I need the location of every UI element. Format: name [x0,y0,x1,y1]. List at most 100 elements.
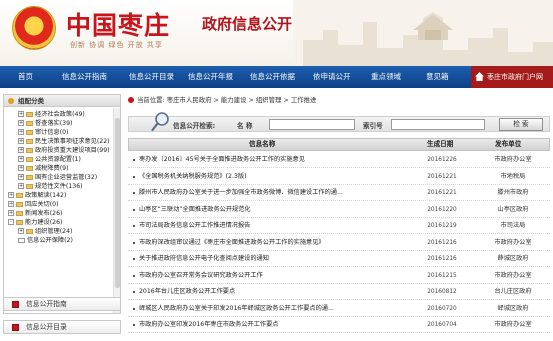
row-date: 20161221 [427,173,457,180]
row-title-link[interactable]: 市司法局政务信息公开工作推进情况报告 [139,218,403,234]
tree-item[interactable]: + 规范性文件(136) [18,182,83,191]
row-title-link[interactable]: 峄城区人民政府办公室关于印发2016年峄城区政务公开工作要点的通... [139,301,403,317]
row-title-link[interactable]: 滕州市人民政府办公室关于进一步加强全市政务微博、微信建设工作的通... [139,185,403,201]
tree-item[interactable]: + 国有企业运营监管(32) [18,173,97,182]
tree-item[interactable]: + 回应关切(0) [8,200,59,209]
row-org: 市政府办公室 [494,321,532,328]
table-row[interactable]: 《全国税务机关纳税服务规范》(2.3版) 20161221 市地税局 [128,169,550,185]
table-row[interactable]: 关于推进政府信息公开电子化查阅点建设的通知 20161216 薛城区政府 [128,251,550,267]
tree-item-label[interactable]: 信息公开保障(2) [27,237,73,244]
expand-icon[interactable]: + [18,138,24,144]
tree-item-label[interactable]: 督查落实(39) [35,120,72,127]
expand-icon[interactable]: + [18,156,24,162]
tree-item[interactable]: + 民生决策事项征求意见(22) [18,137,110,146]
tree-item[interactable]: + 组织管理(24) [18,227,72,236]
table-row[interactable]: 滕州市人民政府办公室关于进一步加强全市政务微博、微信建设工作的通... 20161… [128,185,550,201]
collapse-icon[interactable]: - [8,219,14,225]
tree-item-label[interactable]: 国有企业运营监管(32) [35,174,97,181]
tree-item[interactable]: + 减税降费(9) [18,164,69,173]
expand-icon[interactable]: + [18,165,24,171]
row-title-link[interactable]: 市政府办公室印发2016年枣庄市政务公开工作要点 [139,317,403,333]
tree-item[interactable]: + 经济社会政策(49) [18,110,85,119]
nav-basis[interactable]: 信息公开依据 [250,66,295,88]
catalog-button[interactable]: 信息公开目录 [3,320,121,334]
table-row[interactable]: 市政府深改组审议通过《枣庄市全面推进政务公开工作的实施意见》 20161216 市政… [128,235,550,251]
tree-item[interactable]: + 新闻发布(26) [8,209,62,218]
expand-icon[interactable]: + [18,183,24,189]
tree-item[interactable]: + 政府投资重大建设项目(99) [18,146,110,155]
index-input[interactable] [391,119,485,130]
search-button[interactable]: 检 索 [499,118,543,131]
row-title-link[interactable]: 市政府办公室召开常务会议研究政务公开工作 [139,268,403,284]
tree-item-label[interactable]: 经济社会政策(49) [35,111,85,118]
site-slogan: 创新 协调 绿色 开放 共享 [70,41,163,49]
table-row[interactable]: 市司法局政务信息公开工作推进情况报告 20161219 市司法局 [128,218,550,234]
guide-button-label: 信息公开指南 [26,300,67,308]
nav-catalog[interactable]: 信息公开目录 [129,66,174,88]
tree-item[interactable]: + 审计信息(0) [18,128,69,137]
tree-item-label[interactable]: 组织管理(24) [35,228,72,235]
row-date: 20160812 [427,289,457,295]
bullet-icon [133,225,135,227]
row-title-link[interactable]: 关于推进政府信息公开电子化查阅点建设的通知 [139,251,403,267]
catalog-button-label: 信息公开目录 [26,323,67,331]
breadcrumb-text[interactable]: 当前位置: 枣庄市人民政府 > 能力建设 > 组织管理 > 工作推进 [137,96,316,104]
table-row[interactable]: 枣办发〔2016〕45号关于全面推进政务公开工作的实施意见 20161226 市政府… [128,152,550,168]
tree-item-label[interactable]: 民生决策事项征求意见(22) [35,138,110,145]
expand-icon[interactable]: + [8,210,14,216]
table-row[interactable]: 峄城区人民政府办公室关于印发2016年峄城区政务公开工作要点的通... 20160… [128,301,550,317]
tree-item-label[interactable]: 能力建设(26) [25,219,62,226]
scrollbar-thumb[interactable] [115,118,120,288]
row-date: 20161220 [427,206,457,213]
tree-item-label[interactable]: 减税降费(9) [35,165,69,172]
tree-item-label[interactable]: 新闻发布(26) [25,210,62,217]
nav-guide[interactable]: 信息公开指南 [62,66,107,88]
nav-home[interactable]: 首页 [18,66,33,88]
tree-item-label[interactable]: 政策解读(142) [25,192,66,199]
folder-icon [26,228,33,234]
table-row[interactable]: 市政府办公室印发2016年枣庄市政务公开工作要点 20160704 市政府办公室 [128,317,550,333]
bullet-icon [133,208,135,211]
expand-icon[interactable]: + [18,111,24,117]
tree-item[interactable]: + 政策解读(142) [8,191,66,200]
sidebar-scrollbar[interactable] [113,108,120,313]
tree-item[interactable]: - 能力建设(26) [8,218,62,227]
tree-item-label[interactable]: 回应关切(0) [25,201,59,208]
site-title[interactable]: 中国枣庄 [66,6,170,42]
name-input[interactable] [269,119,355,130]
nav-apply[interactable]: 依申请公开 [313,66,351,88]
folder-icon [26,174,33,180]
row-org: 峄城区政府 [497,304,529,312]
row-title-link[interactable]: 市政府深改组审议通过《枣庄市全面推进政务公开工作的实施意见》 [139,235,403,251]
sidebar-heading: 组配分类 [4,95,120,107]
tree-item-label[interactable]: 规范性文件(136) [35,183,83,190]
expand-icon[interactable]: + [18,228,24,234]
nav-feedback[interactable]: 意见箱 [426,66,449,88]
folder-icon [16,219,23,225]
tree-item[interactable]: + 督查落实(39) [18,119,72,128]
nav-annual-report[interactable]: 信息公开年报 [188,66,233,88]
nav-key-areas[interactable]: 重点领域 [371,66,401,88]
row-title-link[interactable]: 枣办发〔2016〕45号关于全面推进政务公开工作的实施意见 [139,152,403,168]
expand-icon[interactable]: + [8,201,14,207]
portal-link[interactable]: 枣庄市政府门户网 [471,66,553,88]
page-subtitle: 政府信息公开 [202,15,293,33]
expand-icon[interactable]: + [18,129,24,135]
row-title-link[interactable]: 山亭区“三联动”全面推进政务公开规范化 [139,202,403,218]
tree-item-label[interactable]: 政府投资重大建设项目(99) [35,147,110,154]
tree-item-label[interactable]: 公共资源配置(1) [35,156,81,163]
table-row[interactable]: 2016年台儿庄区政务公开工作要点 20160812 台儿庄区政府 [128,284,550,300]
expand-icon[interactable]: + [8,192,14,198]
expand-icon[interactable]: + [18,174,24,180]
expand-icon[interactable]: + [18,120,24,126]
expand-icon[interactable]: + [18,147,24,153]
table-row[interactable]: 市政府办公室召开常务会议研究政务公开工作 20161215 市政府办公室 [128,268,550,284]
tree-item[interactable]: + 公共资源配置(1) [18,155,81,164]
folder-icon [16,210,23,216]
row-title-link[interactable]: 《全国税务机关纳税服务规范》(2.3版) [139,169,403,185]
table-row[interactable]: 山亭区“三联动”全面推进政务公开规范化 20161220 山亭区政府 [128,202,550,218]
guide-button[interactable]: 信息公开指南 [3,297,121,311]
tree-item[interactable]: 信息公开保障(2) [18,236,73,245]
tree-item-label[interactable]: 审计信息(0) [35,129,69,136]
row-title-link[interactable]: 2016年台儿庄区政务公开工作要点 [139,284,403,300]
